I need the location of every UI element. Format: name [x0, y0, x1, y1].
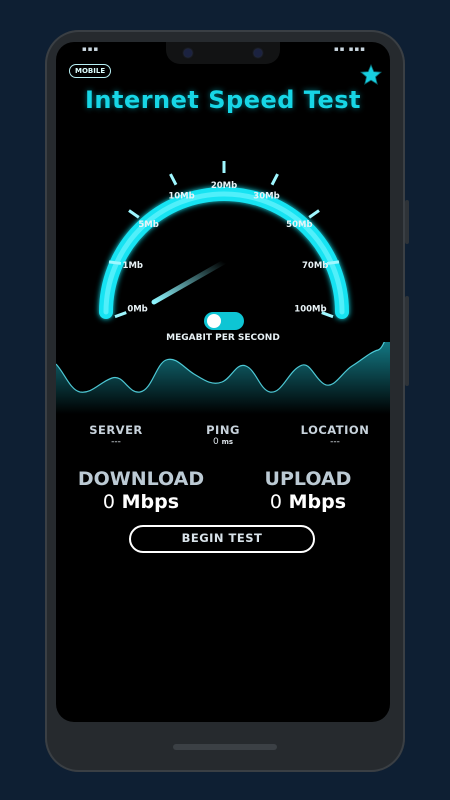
- upload-number: 0: [269, 491, 283, 513]
- location-value: ---: [330, 437, 340, 447]
- gauge-tick-mark: [321, 311, 334, 319]
- gauge-tick-mark: [108, 260, 122, 265]
- gauge-tick-mark: [270, 173, 279, 186]
- gauge-tick-label: 5Mb: [138, 220, 158, 230]
- gauge-tick-label: 70Mb: [302, 261, 328, 271]
- gauge-arc-core: [103, 191, 345, 315]
- gauge-tick-label: 50Mb: [286, 220, 312, 230]
- home-indicator: [173, 744, 277, 750]
- gauge-tick-mark: [169, 173, 178, 186]
- ping-number: 0: [212, 437, 219, 447]
- phone-volume-button: [405, 200, 409, 244]
- signal-wave: [56, 342, 390, 414]
- gauge-needle: [151, 259, 227, 305]
- server-stat: SERVER ---: [76, 423, 156, 447]
- gauge-tick-label: 20Mb: [211, 181, 237, 191]
- star-icon[interactable]: [360, 64, 382, 86]
- unit-toggle[interactable]: [204, 312, 244, 330]
- gauge-tick-label: 30Mb: [253, 191, 279, 201]
- download-unit: Mbps: [121, 491, 180, 513]
- toggle-knob: [207, 314, 221, 328]
- status-bar-right-icons: ▪▪ ▪▪▪: [334, 45, 366, 53]
- ping-label: PING: [206, 423, 240, 437]
- notch: [166, 42, 280, 64]
- download-value: 0 Mbps: [76, 491, 206, 513]
- location-stat: LOCATION ---: [291, 423, 379, 447]
- upload-value: 0 Mbps: [243, 491, 373, 513]
- gauge-tick-label: 10Mb: [168, 191, 194, 201]
- app-title: Internet Speed Test: [84, 86, 362, 114]
- gauge-tick-mark: [308, 209, 320, 219]
- download-number: 0: [102, 491, 116, 513]
- front-camera-icon: [184, 49, 192, 57]
- speed-gauge: 0Mb1Mb5Mb10Mb20Mb30Mb50Mb70Mb100Mb: [99, 161, 349, 319]
- upload-unit: Mbps: [288, 491, 347, 513]
- location-label: LOCATION: [300, 423, 370, 437]
- gauge-arc: [99, 187, 349, 319]
- gauge-tick-mark: [114, 311, 127, 319]
- server-label: SERVER: [89, 423, 143, 437]
- gauge-tick-mark: [326, 260, 340, 265]
- network-type-badge[interactable]: MOBILE: [69, 64, 112, 78]
- ping-value: 0 ms: [183, 437, 263, 447]
- status-bar-left-icons: ▪▪▪: [82, 45, 100, 53]
- ping-stat: PING 0 ms: [183, 423, 263, 447]
- app-screen: ▪▪▪ ▪▪ ▪▪▪ MOBILE Internet Speed Test 0M…: [56, 42, 390, 722]
- download-label: DOWNLOAD: [77, 468, 205, 490]
- server-value: ---: [111, 437, 121, 447]
- begin-test-button[interactable]: BEGIN TEST: [129, 525, 315, 553]
- gauge-tick-mark: [128, 209, 140, 219]
- gauge-tick-label: 0Mb: [127, 304, 147, 314]
- ping-unit: ms: [221, 438, 234, 446]
- upload-label: UPLOAD: [264, 468, 352, 490]
- phone-power-button: [405, 296, 409, 386]
- gauge-tick-label: 1Mb: [123, 261, 143, 271]
- front-sensor-icon: [254, 49, 262, 57]
